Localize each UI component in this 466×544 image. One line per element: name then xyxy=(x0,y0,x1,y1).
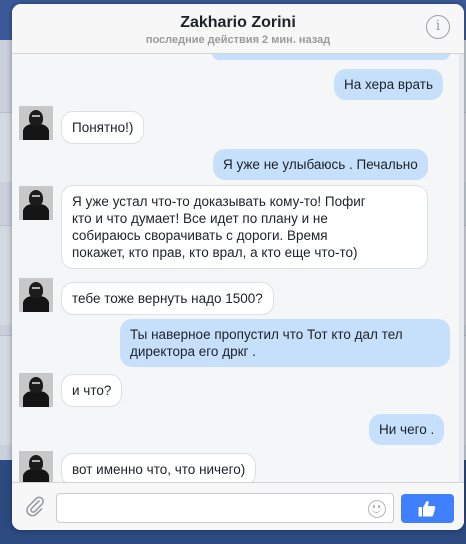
avatar[interactable] xyxy=(19,278,53,312)
avatar[interactable] xyxy=(19,451,53,482)
message-bubble-outgoing: Ты наверное пропустил что Тот кто дал те… xyxy=(120,319,450,367)
message-list[interactable]: На хера врать Понятно!) Я уже не улыбаюс… xyxy=(12,54,464,482)
message-bubble-outgoing: Я уже не улыбаюсь . Печально xyxy=(213,149,428,180)
contact-name[interactable]: Zakhario Zorini xyxy=(12,14,464,32)
avatar[interactable] xyxy=(19,106,53,140)
message-bubble-outgoing: На хера врать xyxy=(334,69,443,100)
message-bubble-outgoing: Ни чего . xyxy=(369,414,445,445)
message-bubble-partial xyxy=(212,54,450,60)
last-active-status: последние действия 2 мин. назад xyxy=(145,34,331,46)
paperclip-icon[interactable] xyxy=(24,495,46,517)
avatar[interactable] xyxy=(19,373,53,407)
info-icon[interactable]: i xyxy=(426,15,450,39)
message-bubble-incoming: тебе тоже вернуть надо 1500? xyxy=(61,282,274,315)
smiley-icon[interactable] xyxy=(368,500,386,518)
message-bubble-incoming: и что? xyxy=(61,374,123,407)
message-bubble-incoming: Понятно!) xyxy=(61,111,145,144)
message-bubble-incoming: вот именно что, что ничего) xyxy=(61,453,257,482)
scrollbar[interactable] xyxy=(459,54,464,482)
composer-bar xyxy=(12,482,464,530)
thumbs-up-icon xyxy=(418,501,436,517)
like-button[interactable] xyxy=(401,494,454,523)
chat-header: Zakhario Zorini последние действия 2 мин… xyxy=(12,4,464,54)
chat-window: Zakhario Zorini последние действия 2 мин… xyxy=(12,4,464,530)
avatar[interactable] xyxy=(19,186,53,220)
message-input[interactable] xyxy=(56,493,394,523)
message-bubble-incoming: Я уже устал что-то доказывать кому-то! П… xyxy=(61,185,428,269)
